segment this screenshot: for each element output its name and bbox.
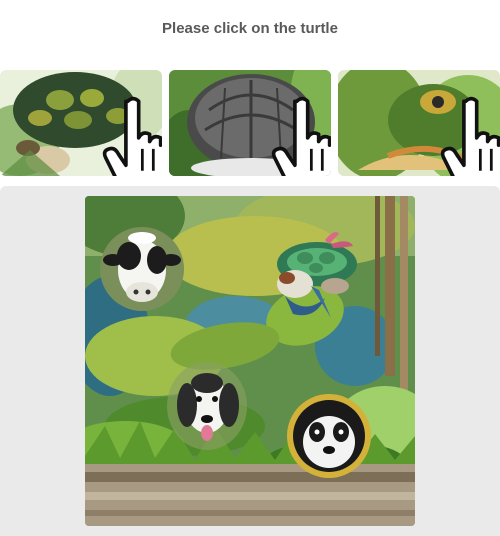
- cow-head[interactable]: [99, 226, 185, 312]
- pointer-hand-icon: [440, 96, 500, 176]
- turtle-example-1: [0, 70, 162, 176]
- pointer-hand-icon: [271, 96, 331, 176]
- challenge-image[interactable]: [85, 196, 415, 526]
- pointer-hand-icon: [102, 96, 162, 176]
- dog-head[interactable]: [165, 361, 249, 451]
- turtle-example-3: [338, 70, 500, 176]
- panda-head[interactable]: [285, 392, 373, 480]
- example-strip: [0, 70, 500, 176]
- instruction-title: Please click on the turtle: [162, 20, 338, 37]
- turtle-target[interactable]: [265, 226, 365, 326]
- turtle-example-2: [169, 70, 331, 176]
